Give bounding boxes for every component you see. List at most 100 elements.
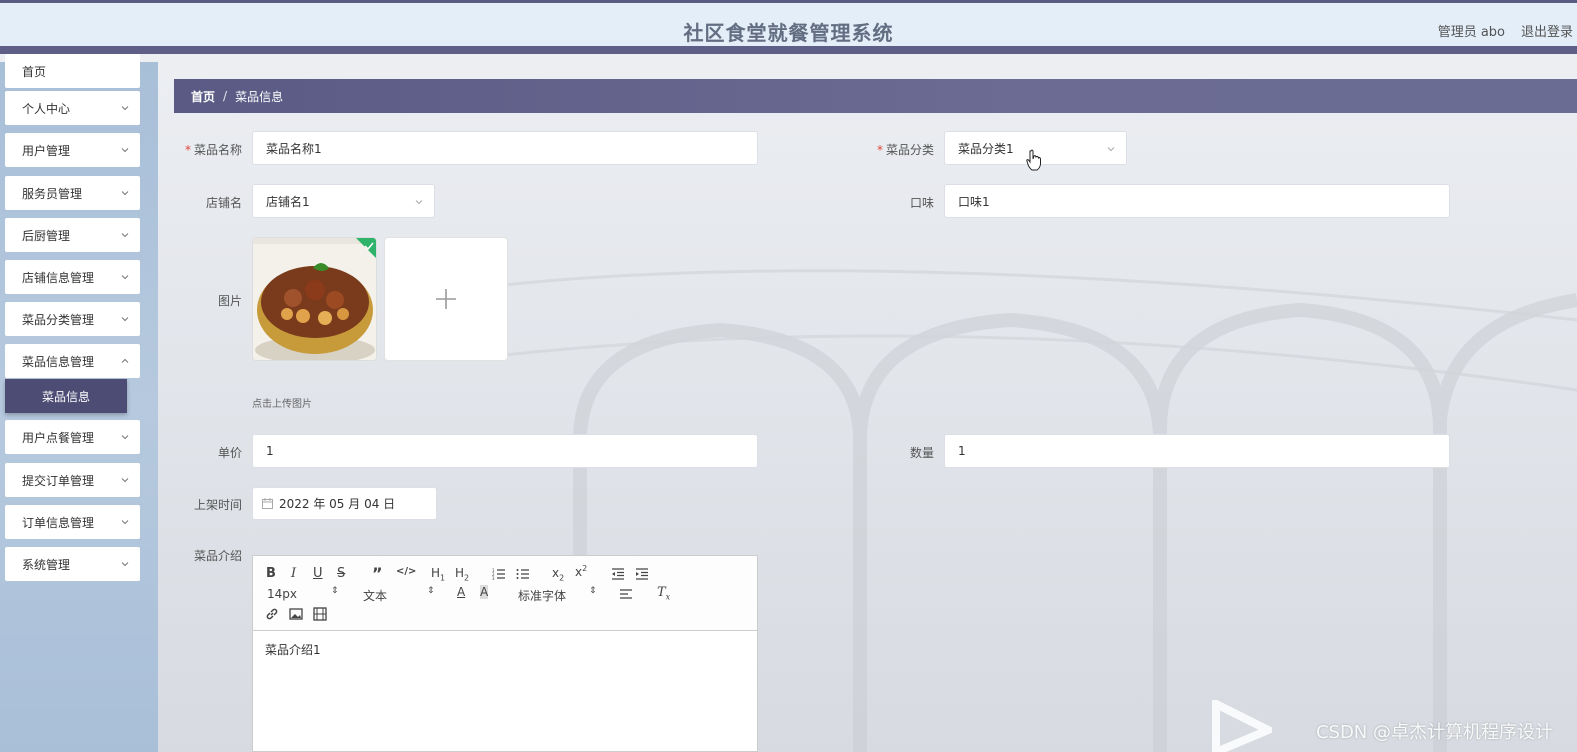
superscript-icon[interactable]: x2 [575,564,587,579]
background-color-icon[interactable]: A [480,585,489,599]
plus-icon [436,289,456,309]
sidebar-item-label: 菜品信息管理 [22,354,95,369]
intro-label: 菜品介绍 [193,549,242,563]
sidebar-item-label: 用户点餐管理 [22,430,95,445]
date-value: 2022 年 05 月 04 日 [279,497,396,511]
chevron-down-icon [121,191,129,196]
sidebar-item-dish-category[interactable]: 菜品分类管理 [5,302,140,336]
sidebar-item-label: 用户管理 [22,143,71,158]
sort-arrows-icon: ⇕ [427,586,435,596]
quantity-label: 数量 [909,446,934,460]
font-family-select[interactable]: 标准字体 [518,587,566,604]
sidebar-item-label: 菜品分类管理 [22,312,95,327]
outdent-icon[interactable] [611,567,625,581]
chevron-down-icon [121,106,129,111]
dish-photo [253,238,376,360]
chevron-down-icon [121,562,129,567]
chevron-down-icon [121,233,129,238]
upload-tip: 点击上传图片 [252,399,312,410]
italic-icon[interactable]: I [291,566,296,581]
underline-icon[interactable]: U [313,566,323,581]
calendar-icon [262,498,273,509]
sidebar-item-shop-info[interactable]: 店铺信息管理 [5,260,140,294]
image-label: 图片 [217,294,242,308]
heading1-icon[interactable]: H1 [431,566,445,582]
uploaded-image[interactable] [252,237,377,361]
current-user: 管理员 abo [1437,25,1505,40]
editor-toolbar: B I U S ” </> H1 H2 123 x2 x2 14px ⇕ 文本 … [253,556,757,631]
sidebar-item-label: 提交订单管理 [22,473,95,488]
rich-text-editor[interactable]: B I U S ” </> H1 H2 123 x2 x2 14px ⇕ 文本 … [252,555,758,752]
editor-content[interactable]: 菜品介绍1 [265,641,321,658]
chevron-down-icon [121,275,129,280]
page-title: 社区食堂就餐管理系统 [683,21,894,45]
date-picker[interactable]: 2022 年 05 月 04 日 [252,487,437,520]
breadcrumb-home[interactable]: 首页 [191,88,215,105]
sort-arrows-icon: ⇕ [331,586,339,596]
chevron-down-icon [121,148,129,153]
dish-name-input[interactable]: 菜品名称1 [252,131,758,165]
required-mark: * [876,143,883,157]
chevron-down-icon [1107,147,1115,152]
sidebar-item-personal-center[interactable]: 个人中心 [5,91,140,125]
quantity-input[interactable]: 1 [944,434,1450,468]
breadcrumb: 首页 / 菜品信息 [174,79,1577,113]
sidebar-item-dish-info[interactable]: 菜品信息管理 [5,344,140,378]
watermark: CSDN @卓杰计算机程序设计 [1315,722,1553,743]
sidebar-subitem-dish-info[interactable]: 菜品信息 [5,379,127,413]
shop-select[interactable]: 店铺名1 [252,184,435,218]
dish-name-label: * 菜品名称 [184,143,242,157]
sidebar-item-label: 订单信息管理 [22,515,95,530]
strikethrough-icon[interactable]: S [337,566,345,581]
logout-link[interactable]: 退出登录 [1521,21,1573,40]
sidebar-item-label: 店铺信息管理 [22,270,95,285]
code-icon[interactable]: </> [396,566,416,577]
sidebar-item-users[interactable]: 用户管理 [5,133,140,167]
sidebar-item-home[interactable]: 首页 [5,54,140,88]
header: 社区食堂就餐管理系统 管理员 abo 退出登录 [0,3,1577,54]
sidebar-item-kitchen[interactable]: 后厨管理 [5,218,140,252]
chevron-up-icon [121,358,129,363]
image-icon[interactable] [289,607,303,621]
sidebar-item-system[interactable]: 系统管理 [5,547,140,581]
sidebar-item-waiters[interactable]: 服务员管理 [5,176,140,210]
svg-text:3: 3 [492,576,495,581]
category-label: * 菜品分类 [876,143,934,157]
bold-icon[interactable]: B [266,566,276,581]
ordered-list-icon[interactable]: 123 [492,567,506,581]
align-icon[interactable] [619,587,633,601]
breadcrumb-separator: / [223,89,228,103]
subscript-icon[interactable]: x2 [552,566,564,582]
sort-arrows-icon: ⇕ [589,586,597,596]
sidebar-item-label: 首页 [22,64,47,79]
sidebar-item-order-info[interactable]: 订单信息管理 [5,505,140,539]
taste-label: 口味 [909,196,934,210]
clear-format-icon[interactable]: Tx [657,585,670,602]
bullet-list-icon[interactable] [516,567,530,581]
heading2-icon[interactable]: H2 [455,566,469,582]
price-input[interactable]: 1 [252,434,758,468]
blockquote-icon[interactable]: ” [372,564,383,583]
chevron-down-icon [121,435,129,440]
upload-add-button[interactable] [384,237,508,361]
required-mark: * [184,143,191,157]
text-type-select[interactable]: 文本 [363,587,387,604]
font-size-select[interactable]: 14px [267,587,297,601]
chevron-down-icon [121,317,129,322]
link-icon[interactable] [265,607,279,621]
hand-cursor-icon [1026,149,1041,171]
sidebar-item-label: 后厨管理 [22,228,71,243]
shop-label: 店铺名 [205,196,242,210]
breadcrumb-current: 菜品信息 [235,89,284,104]
sidebar-item-submit-order[interactable]: 提交订单管理 [5,463,140,497]
sidebar-item-label: 个人中心 [22,101,71,116]
indent-icon[interactable] [635,567,649,581]
play-logo-icon [1212,700,1272,752]
sidebar-item-user-order[interactable]: 用户点餐管理 [5,420,140,454]
time-label: 上架时间 [193,498,242,512]
taste-input[interactable]: 口味1 [944,184,1450,218]
video-icon[interactable] [313,607,327,621]
sidebar-item-label: 服务员管理 [22,186,83,201]
chevron-down-icon [415,200,423,205]
font-color-icon[interactable]: A [457,585,465,599]
